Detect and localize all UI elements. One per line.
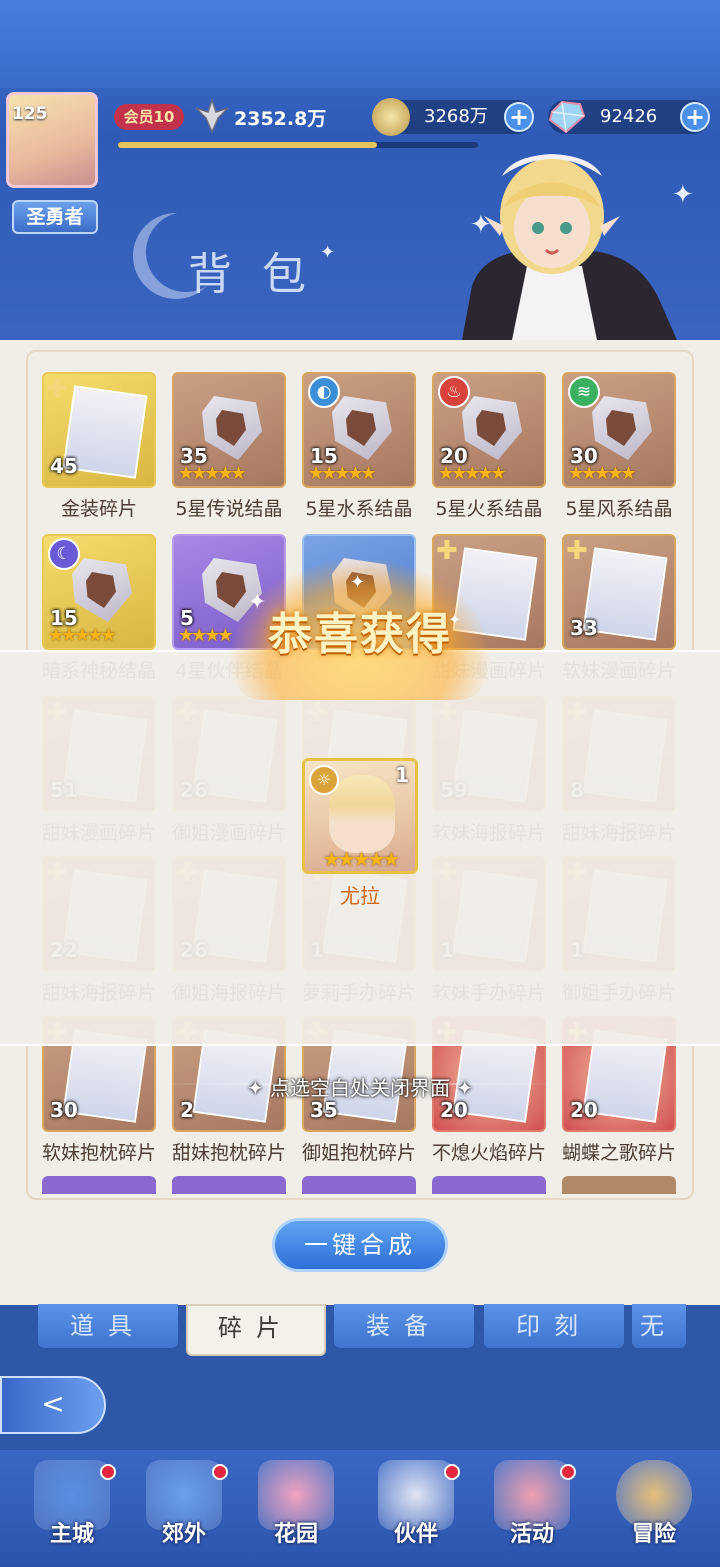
reward-count: 1: [395, 763, 409, 787]
reward-name: 尤拉: [340, 884, 380, 908]
sparkle-icon: ✦: [450, 1076, 474, 1100]
character-portrait: [329, 775, 395, 853]
close-hint-text: 点选空白处关闭界面: [270, 1076, 450, 1100]
sparkle-icon: ✦: [350, 572, 366, 593]
modal-title: 恭喜获得: [268, 609, 452, 660]
close-hint: ✦ 点选空白处关闭界面 ✦: [160, 1072, 560, 1101]
reward-item-card[interactable]: ☼ 1 ★★★★★: [302, 758, 418, 874]
sparkle-icon: ✦: [246, 1076, 270, 1100]
light-element-icon: ☼: [309, 765, 339, 795]
reward-stars: ★★★★★: [322, 847, 401, 871]
